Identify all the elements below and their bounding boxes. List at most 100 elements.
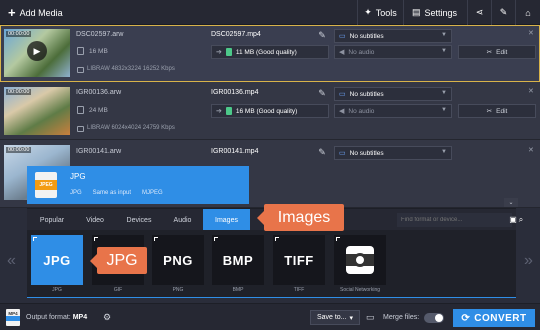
remove-icon[interactable]: ✕ xyxy=(528,146,534,154)
cart-button[interactable]: ⌂ xyxy=(515,0,540,25)
chevron-down-icon: ▾ xyxy=(349,314,354,322)
preview-detail: Same as input xyxy=(92,190,132,196)
play-icon[interactable]: ▶ xyxy=(27,41,47,61)
magic-wand-icon: ✦ xyxy=(364,7,372,17)
file-row[interactable]: 00:00:00 ▶ DSC02597.arw 16 MB LIBRAW 483… xyxy=(0,25,540,82)
chevron-down-icon: ▼ xyxy=(441,32,447,38)
merge-files-toggle[interactable] xyxy=(424,313,444,323)
save-to-button[interactable]: Save to... ▾ xyxy=(310,310,360,325)
folder-icon[interactable]: ▭ xyxy=(366,312,375,323)
tab-devices[interactable]: Devices xyxy=(113,209,165,231)
chevron-down-icon: ▼ xyxy=(441,107,447,113)
settings-icon: ▤ xyxy=(411,7,421,17)
chevron-down-icon: ⌄ xyxy=(508,200,514,206)
scroll-right-icon[interactable]: » xyxy=(524,252,533,270)
preview-title: JPG xyxy=(70,172,86,181)
format-png[interactable]: PNG xyxy=(152,235,204,285)
mp4-file-icon: MP4 xyxy=(6,309,20,326)
audio-dropdown[interactable]: ◀ No audio ▼ xyxy=(334,45,452,59)
tab-popular[interactable]: Popular xyxy=(27,209,77,231)
format-preview: JPEG JPG JPG Same as input MJPEG xyxy=(27,166,249,204)
preview-detail: JPG xyxy=(70,190,82,196)
format-label: Social Networking xyxy=(339,287,381,293)
source-size: 24 MB xyxy=(89,107,108,114)
tab-video[interactable]: Video xyxy=(77,209,113,231)
edit-label: Edit xyxy=(496,48,508,56)
gear-icon[interactable]: ⚙ xyxy=(103,312,111,323)
format-tiff[interactable]: TIFF xyxy=(273,235,325,285)
callout-text: Images xyxy=(277,208,331,226)
pencil-icon[interactable]: ✎ xyxy=(316,29,328,41)
film-icon xyxy=(77,67,84,73)
audio-dropdown[interactable]: ◀ No audio ▼ xyxy=(334,104,452,118)
collapse-panel-button[interactable]: ⌄ xyxy=(504,198,518,207)
tab-audio[interactable]: Audio xyxy=(165,209,200,231)
preview-detail: MJPEG xyxy=(142,190,163,196)
images-callout: Images xyxy=(257,204,344,231)
format-jpg[interactable]: JPG xyxy=(31,235,83,285)
device-detect-icon[interactable]: ▣ xyxy=(505,210,521,228)
format-tile xyxy=(334,235,386,285)
format-label: TIFF xyxy=(293,287,305,293)
pencil-icon[interactable]: ✎ xyxy=(316,146,328,158)
format-tile: JPG xyxy=(31,235,83,285)
settings-button[interactable]: ▤ Settings xyxy=(403,0,465,25)
jpeg-file-icon-label: JPEG xyxy=(35,180,57,190)
subtitles-dropdown[interactable]: ▭ No subtitles ▼ xyxy=(334,87,452,101)
corner-icon xyxy=(336,237,340,241)
scroll-left-icon[interactable]: « xyxy=(7,252,16,270)
file-icon xyxy=(77,106,84,114)
convert-button[interactable]: ⟳ CONVERT xyxy=(453,309,535,327)
subtitles-icon: ▭ xyxy=(339,91,346,98)
share-button[interactable]: ⋖ xyxy=(467,0,491,25)
tools-button[interactable]: ✦ Tools xyxy=(357,0,403,25)
arrow-right-icon: ➔ xyxy=(216,49,222,56)
thumbnail[interactable]: 00:00:00 xyxy=(4,87,70,135)
cart-icon: ⌂ xyxy=(525,7,531,18)
format-tile: BMP xyxy=(212,235,264,285)
tab-label: Video xyxy=(86,216,104,224)
file-icon xyxy=(77,47,84,55)
toolbar: + Add Media ✦ Tools ▤ Settings ⋖ ✎ ⌂ xyxy=(0,0,540,25)
output-format-value: MP4 xyxy=(72,314,88,321)
preview-details: JPG Same as input MJPEG xyxy=(70,190,163,196)
edit-button[interactable]: ✂ Edit xyxy=(458,104,536,118)
duration: 00:00:00 xyxy=(6,89,32,95)
save-to-label: Save to... xyxy=(316,314,347,321)
quality-dropdown[interactable]: ➔ 11 MB (Good quality) xyxy=(211,45,329,59)
audio-label: No audio xyxy=(348,107,375,115)
format-bmp[interactable]: BMP xyxy=(212,235,264,285)
format-search-input[interactable] xyxy=(397,213,512,227)
remove-icon[interactable]: ✕ xyxy=(528,87,534,95)
subtitles-dropdown[interactable]: ▭ No subtitles ▼ xyxy=(334,146,452,160)
format-social-networking[interactable] xyxy=(334,235,386,285)
duration: 00:00:00 xyxy=(6,147,32,153)
format-label: BMP xyxy=(232,287,244,293)
edit-button[interactable]: ✂ Edit xyxy=(458,45,536,59)
duration: 00:00:00 xyxy=(6,31,32,37)
format-tile: PNG xyxy=(152,235,204,285)
film-icon xyxy=(77,126,84,132)
source-filename: IGR00141.arw xyxy=(76,148,122,155)
scissors-icon: ✂ xyxy=(486,108,493,115)
format-label: JPG xyxy=(52,287,62,293)
pencil-icon[interactable]: ✎ xyxy=(316,87,328,99)
subtitles-icon: ▭ xyxy=(339,33,346,40)
quality-dropdown[interactable]: ➔ 16 MB (Good quality) xyxy=(211,104,329,118)
add-media-button[interactable]: + Add Media xyxy=(0,0,71,25)
remove-icon[interactable]: ✕ xyxy=(528,29,534,37)
tab-label: Audio xyxy=(173,216,192,224)
subtitles-label: No subtitles xyxy=(349,149,384,157)
thumbnail[interactable]: 00:00:00 ▶ xyxy=(4,29,70,77)
output-file-icon xyxy=(225,107,232,115)
add-media-label: Add Media xyxy=(19,7,63,18)
file-row[interactable]: 00:00:00 IGR00136.arw 24 MB LIBRAW 6024x… xyxy=(0,82,540,140)
wrench-button[interactable]: ✎ xyxy=(491,0,515,25)
subtitles-label: No subtitles xyxy=(349,90,384,98)
instagram-icon xyxy=(346,246,374,274)
output-filename: DSC02597.mp4 xyxy=(211,31,261,38)
settings-label: Settings xyxy=(424,7,458,18)
tab-images[interactable]: Images xyxy=(203,209,250,231)
format-label: PNG xyxy=(172,287,184,293)
subtitles-dropdown[interactable]: ▭ No subtitles ▼ xyxy=(334,29,452,43)
